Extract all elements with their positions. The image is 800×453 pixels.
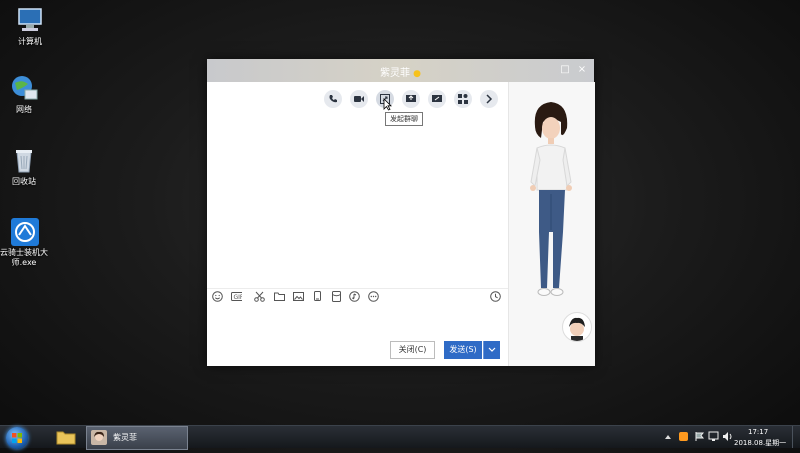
clock-icon[interactable] — [490, 291, 501, 302]
share-screen-icon[interactable] — [402, 90, 420, 108]
apps-icon[interactable] — [454, 90, 472, 108]
send-button[interactable]: 发送(S) — [444, 341, 482, 359]
windows-logo-icon — [12, 433, 22, 443]
desktop-icon-recycle-bin[interactable]: 回收站 — [0, 146, 54, 187]
folder-icon — [56, 431, 76, 445]
video-icon[interactable] — [350, 90, 368, 108]
contact-show-panel — [508, 82, 595, 366]
tray-volume-icon[interactable] — [722, 431, 733, 442]
red-packet-icon[interactable] — [331, 291, 342, 302]
taskbar: 紫灵菲 17:17 2018.08.星期一 — [0, 425, 800, 450]
start-button[interactable] — [6, 427, 28, 449]
self-avatar[interactable] — [562, 312, 592, 342]
computer-icon — [16, 6, 44, 34]
taskbar-active-chat[interactable]: 紫灵菲 — [86, 426, 188, 450]
active-task-label: 紫灵菲 — [113, 433, 137, 442]
maximize-icon[interactable]: □ — [559, 64, 571, 76]
clock-time[interactable]: 17:17 — [748, 428, 768, 436]
vip-badge-icon: ● — [413, 69, 422, 79]
contact-name: 紫灵菲 — [379, 68, 410, 79]
emoji-icon[interactable] — [212, 291, 223, 302]
close-button[interactable]: 关闭(C) — [390, 341, 435, 359]
send-options-button[interactable] — [483, 341, 500, 359]
taskbar-explorer[interactable] — [52, 426, 80, 448]
chat-area: 发起群聊 GIF 关闭(C) 发送(S) — [207, 82, 508, 366]
gif-icon[interactable]: GIF — [231, 291, 242, 302]
chat-window: 紫灵菲 ● □ × 发起群聊 GIF 关闭(C) 发送(S) — [207, 59, 595, 366]
show-desktop-button[interactable] — [792, 426, 800, 448]
chat-avatar-icon — [91, 430, 107, 445]
svg-text:GIF: GIF — [234, 294, 243, 301]
desktop-icon-network[interactable]: 网络 — [0, 74, 54, 115]
remote-assist-icon[interactable] — [428, 90, 446, 108]
folder-icon[interactable] — [274, 291, 285, 302]
window-title: 紫灵菲 ● — [207, 64, 594, 79]
desktop-icon-computer[interactable]: 计算机 — [0, 6, 60, 47]
chevron-down-icon — [488, 347, 496, 352]
desktop-icon-label: 网络 — [16, 105, 32, 114]
desktop-icon-yunqishi[interactable]: 云骑士装机大师.exe — [0, 217, 54, 268]
mouse-cursor-icon — [383, 98, 392, 111]
desktop-icon-label: 云骑士装机大师.exe — [0, 248, 48, 267]
close-icon[interactable]: × — [576, 64, 588, 76]
tray-flag-icon[interactable] — [694, 431, 705, 442]
window-titlebar[interactable]: 紫灵菲 ● □ × — [207, 59, 594, 82]
tooltip: 发起群聊 — [385, 112, 423, 126]
desktop-icon-label: 计算机 — [18, 37, 42, 46]
desktop-icon-label: 回收站 — [12, 177, 36, 186]
voice-icon[interactable] — [312, 291, 323, 302]
avatar-figure — [530, 102, 572, 296]
image-icon[interactable] — [293, 291, 304, 302]
more-arrow-icon[interactable] — [480, 90, 498, 108]
more-icon[interactable] — [368, 291, 379, 302]
screenshot-icon[interactable] — [254, 291, 265, 302]
tray-up-arrow-icon[interactable] — [664, 433, 672, 441]
tray-app-icon[interactable] — [678, 431, 689, 442]
input-divider — [207, 288, 508, 289]
music-icon[interactable] — [349, 291, 360, 302]
phone-icon[interactable] — [324, 90, 342, 108]
tray-network-icon[interactable] — [708, 431, 719, 442]
network-icon — [10, 74, 38, 102]
yunqishi-app-icon — [10, 217, 39, 246]
recycle-bin-icon — [10, 146, 38, 174]
